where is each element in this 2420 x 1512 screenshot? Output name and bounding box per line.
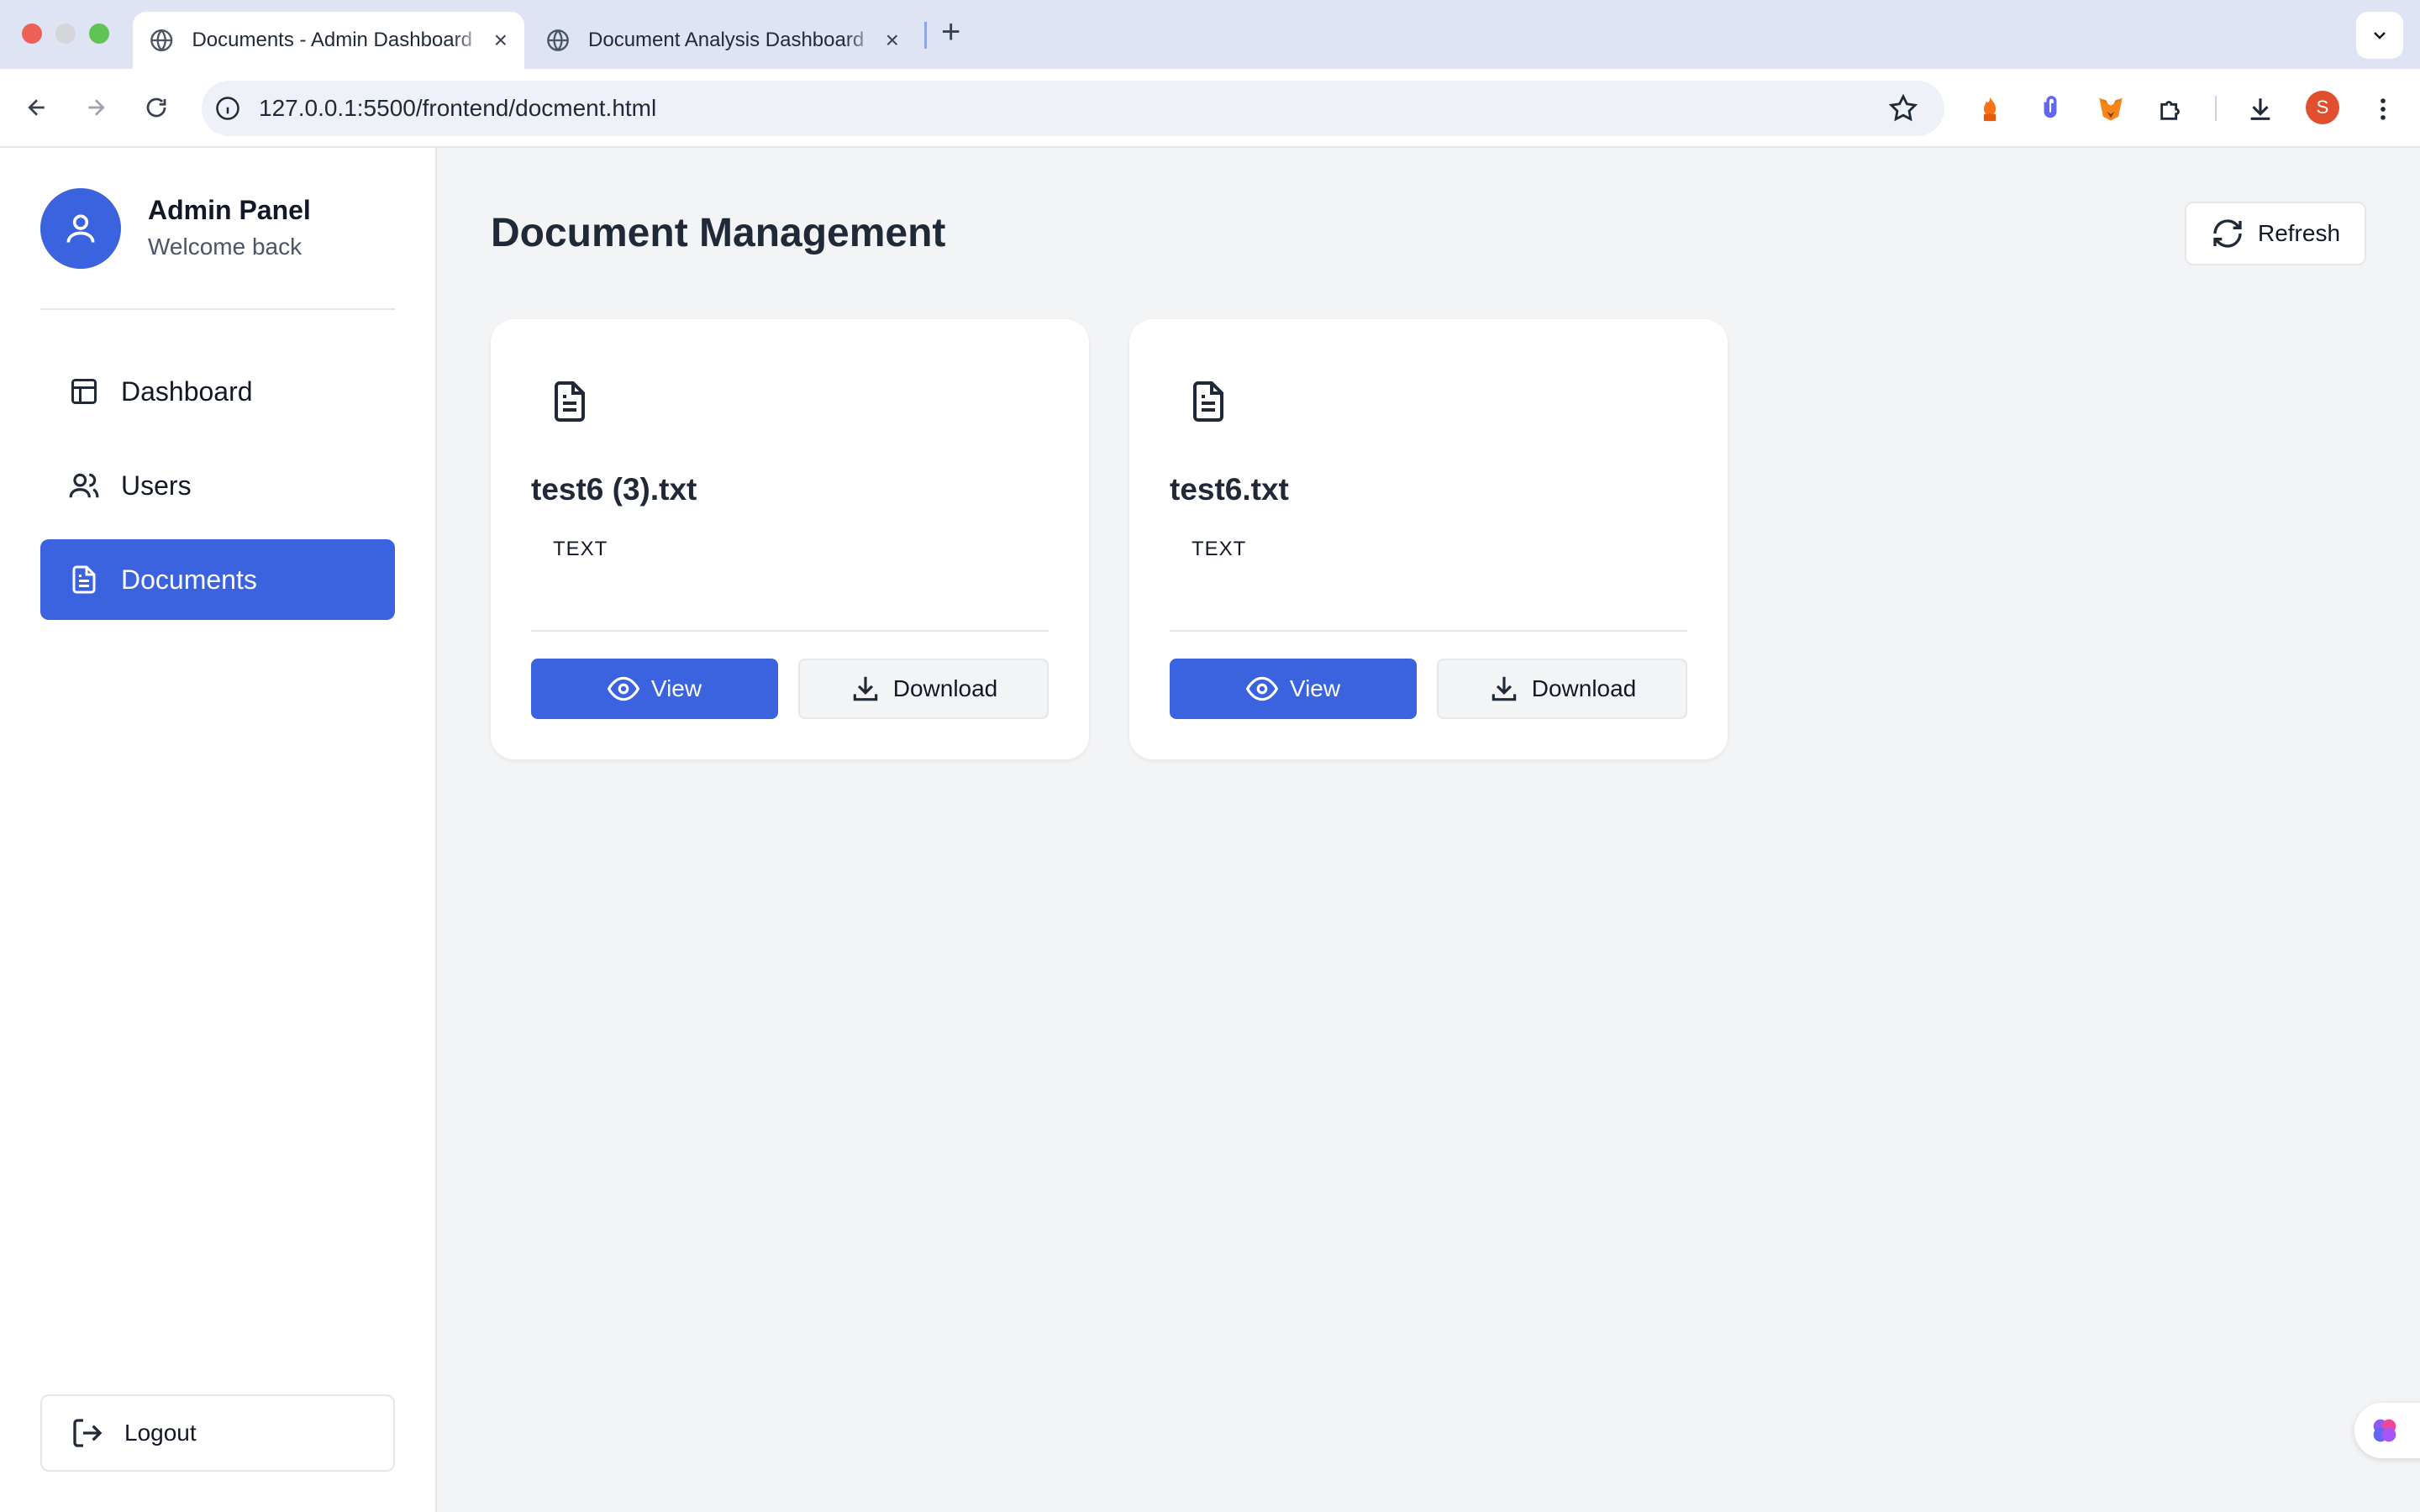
tab-separator: [924, 22, 927, 49]
browser-tab-analysis[interactable]: Document Analysis Dashboard ×: [529, 12, 916, 69]
extensions-button[interactable]: [2154, 92, 2188, 126]
page-title: Document Management: [491, 211, 946, 255]
logout-label: Logout: [124, 1420, 197, 1446]
extension-link-icon: [2044, 96, 2057, 118]
extension-icon[interactable]: [2033, 92, 2067, 126]
puzzle-icon: [2160, 101, 2180, 120]
eye-icon: [607, 676, 639, 701]
card-divider: [531, 630, 1049, 632]
more-vertical-icon: [2381, 98, 2386, 120]
document-card: test6.txt TEXT View Download: [1129, 319, 1728, 759]
download-label: Download: [892, 675, 998, 701]
sidebar-divider: [40, 308, 395, 310]
globe-icon: [150, 29, 173, 52]
brain-icon: [2373, 1419, 2396, 1442]
address-bar[interactable]: 127.0.0.1:5500/frontend/docment.html: [202, 81, 1944, 136]
extension-icon[interactable]: [2094, 92, 2128, 126]
forward-button[interactable]: [77, 89, 114, 126]
sidebar-item-documents[interactable]: Documents: [40, 539, 395, 620]
window-zoom-button[interactable]: [89, 24, 109, 44]
assistant-floating-button[interactable]: [2354, 1403, 2420, 1458]
document-card: test6 (3).txt TEXT View Download: [491, 319, 1089, 759]
view-button[interactable]: View: [531, 659, 778, 719]
bookmark-star-icon[interactable]: [1889, 94, 1918, 123]
refresh-icon: [2213, 219, 2242, 248]
refresh-label: Refresh: [2257, 220, 2341, 246]
layout-icon: [67, 375, 101, 408]
sidebar-item-label: Dashboard: [121, 375, 253, 407]
window-minimize-button[interactable]: [55, 24, 76, 44]
extension-icon[interactable]: [1973, 92, 2007, 126]
eye-icon: [1245, 676, 1278, 701]
file-text-icon: [555, 381, 585, 422]
new-tab-icon[interactable]: +: [941, 13, 960, 51]
document-name: test6.txt: [1170, 472, 1289, 507]
site-info-icon[interactable]: [215, 96, 240, 121]
tab-title: Documents - Admin Dashboard: [192, 29, 472, 51]
arrow-left-icon: [28, 99, 45, 116]
file-text-icon: [67, 563, 101, 596]
globe-icon: [547, 29, 569, 51]
chevron-down-icon: [2374, 32, 2386, 39]
browser-menu-button[interactable]: [2366, 92, 2400, 126]
browser-toolbar: 127.0.0.1:5500/frontend/docment.html: [0, 69, 2420, 148]
back-button[interactable]: [18, 89, 55, 126]
download-button[interactable]: Download: [798, 659, 1049, 719]
downloads-button[interactable]: [2244, 92, 2277, 126]
card-divider: [1170, 630, 1687, 632]
sidebar-item-label: Users: [121, 470, 192, 501]
refresh-button[interactable]: Refresh: [2185, 202, 2366, 265]
document-type-badge: TEXT: [553, 538, 608, 560]
document-type-badge: TEXT: [1192, 538, 1247, 560]
browser-tab-bar: Documents - Admin Dashboard × Document A…: [0, 0, 2420, 69]
download-icon: [853, 676, 877, 701]
reload-button[interactable]: [138, 89, 175, 126]
view-label: View: [650, 675, 702, 701]
extension-flame-icon: [1983, 97, 1996, 122]
sidebar: Admin Panel Welcome back Dashboard Users…: [0, 148, 437, 1512]
panel-subtitle: Welcome back: [148, 234, 302, 260]
avatar: [40, 188, 121, 269]
file-text-icon: [1193, 381, 1223, 422]
logout-button[interactable]: Logout: [40, 1394, 395, 1472]
download-button[interactable]: Download: [1437, 659, 1687, 719]
tab-search-button[interactable]: [2356, 12, 2403, 59]
browser-tab-documents[interactable]: Documents - Admin Dashboard ×: [133, 12, 524, 69]
window-close-button[interactable]: [22, 24, 42, 44]
tab-close-icon[interactable]: ×: [494, 27, 508, 54]
toolbar-separator: [2215, 96, 2217, 121]
panel-title: Admin Panel: [148, 195, 311, 225]
profile-avatar[interactable]: S: [2306, 91, 2339, 124]
view-label: View: [1289, 675, 1341, 701]
document-name: test6 (3).txt: [531, 472, 697, 507]
tab-title: Document Analysis Dashboard: [588, 29, 865, 51]
download-icon: [1491, 676, 1516, 701]
url-text: 127.0.0.1:5500/frontend/docment.html: [259, 95, 657, 121]
download-icon: [2250, 98, 2270, 120]
user-icon: [66, 214, 95, 243]
sidebar-item-users[interactable]: Users: [40, 445, 395, 526]
reload-icon: [146, 97, 166, 118]
tab-close-icon[interactable]: ×: [886, 27, 899, 54]
metamask-fox-icon: [2098, 97, 2123, 121]
download-label: Download: [1531, 675, 1637, 701]
sidebar-item-dashboard[interactable]: Dashboard: [40, 351, 395, 432]
view-button[interactable]: View: [1170, 659, 1417, 719]
arrow-right-icon: [88, 99, 105, 116]
sidebar-item-label: Documents: [121, 564, 257, 595]
users-icon: [67, 469, 101, 502]
logout-icon: [73, 1419, 103, 1447]
